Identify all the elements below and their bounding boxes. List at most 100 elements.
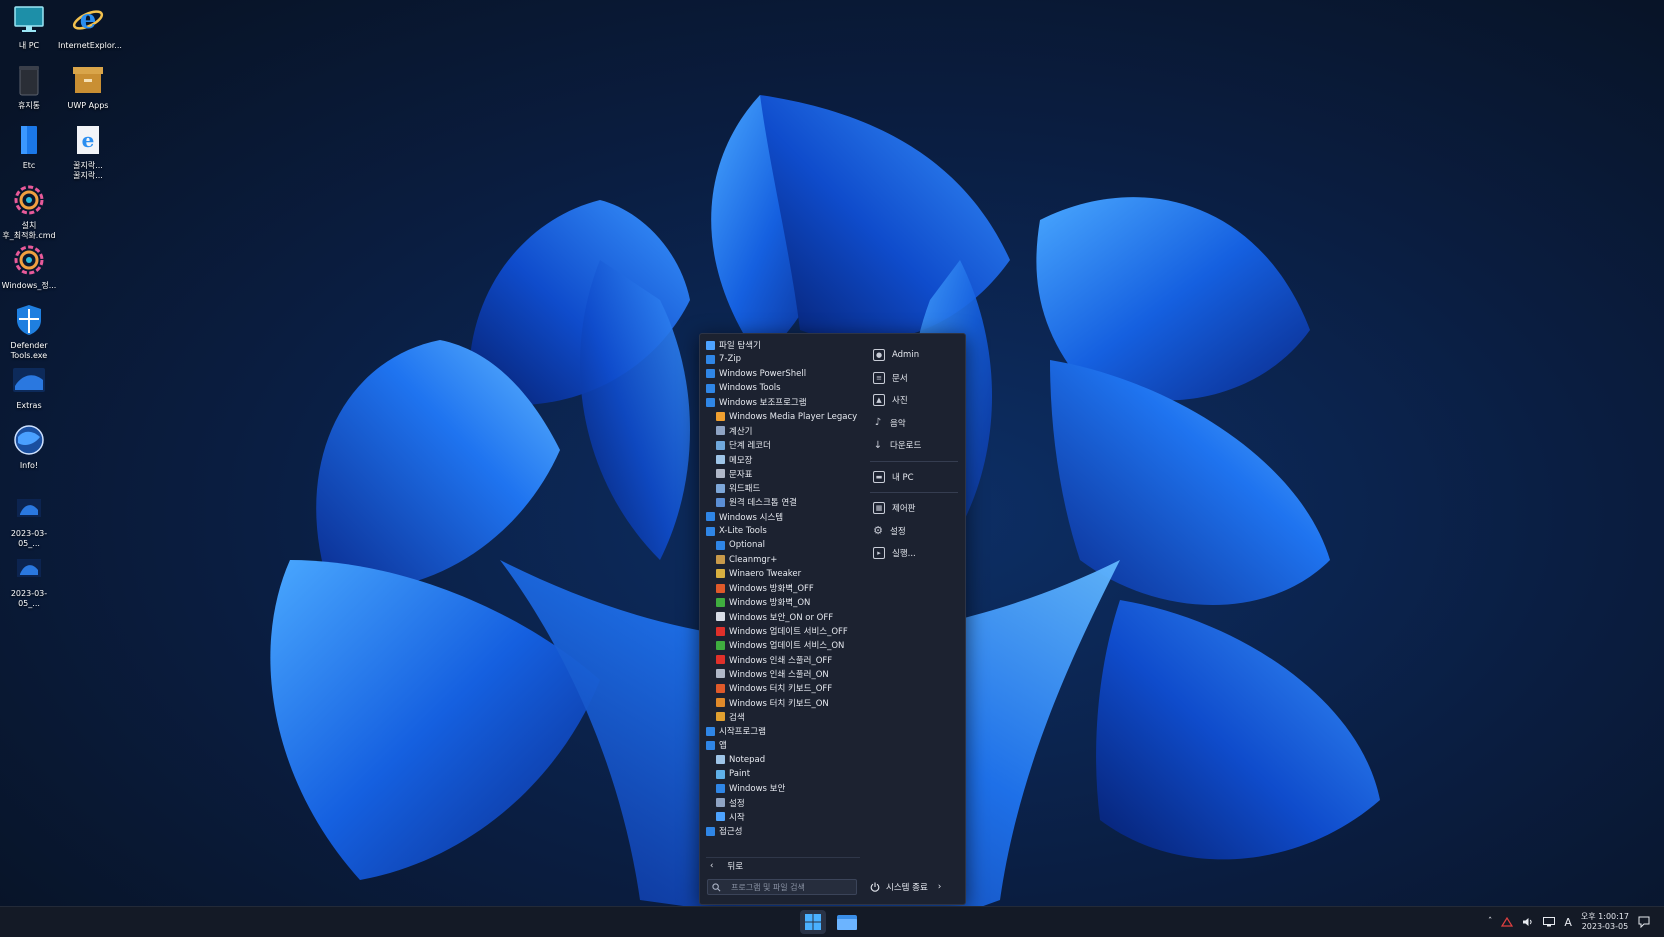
desktop-icon-etc[interactable]: Etc: [1, 122, 57, 171]
desktop-icon-uwp-apps[interactable]: UWP Apps: [60, 62, 116, 111]
program-item[interactable]: Windows 방화벽_ON: [706, 595, 864, 609]
program-item[interactable]: Optional: [706, 538, 864, 552]
program-label: Windows Tools: [719, 383, 781, 394]
display-icon[interactable]: [1543, 917, 1556, 927]
chevron-right-icon[interactable]: ›: [938, 882, 941, 892]
place-downloads[interactable]: ↓ 다운로드: [870, 434, 958, 457]
network-warning-icon[interactable]: [1501, 917, 1514, 927]
desktop-icon-label: 휴지통: [17, 101, 41, 110]
place-pictures[interactable]: ▲ 사진: [870, 389, 958, 412]
back-button[interactable]: ‹ 뒤로: [706, 857, 860, 874]
place-label: 다운로드: [890, 441, 922, 452]
program-item[interactable]: Windows Tools: [706, 381, 864, 395]
program-item[interactable]: Windows 인쇄 스풀러_OFF: [706, 653, 864, 667]
program-item[interactable]: Winaero Tweaker: [706, 567, 864, 581]
program-label: Windows 터치 키보드_ON: [729, 698, 829, 709]
place-documents[interactable]: ≡ 문서: [870, 367, 958, 390]
desktop-icon-label: UWP Apps: [67, 101, 109, 110]
program-item[interactable]: Cleanmgr+: [706, 552, 864, 566]
clock-time: 오후 1:00:17: [1580, 912, 1629, 921]
desktop-icon-recycle-bin[interactable]: 휴지통: [1, 62, 57, 111]
place-my-pc[interactable]: ▬ 내 PC: [870, 466, 958, 489]
program-label: X-Lite Tools: [719, 526, 767, 536]
search-input[interactable]: [729, 881, 853, 893]
place-settings[interactable]: ⚙ 설정: [870, 520, 958, 543]
program-item[interactable]: Windows 보조프로그램: [706, 395, 864, 409]
program-item[interactable]: 원격 데스크톱 연결: [706, 495, 864, 509]
app-icon: [716, 555, 725, 565]
desktop-icon-optimize-cmd[interactable]: 설치 후_최적화.cmd: [1, 182, 57, 241]
program-item[interactable]: Windows 업데이트 서비스_ON: [706, 638, 864, 652]
wallpaper-thumb-icon: [11, 362, 47, 398]
place-admin[interactable]: ● Admin: [870, 344, 958, 367]
program-label: Windows 인쇄 스풀러_ON: [729, 669, 829, 680]
shutdown-button[interactable]: 시스템 종료 ›: [870, 879, 950, 895]
clock[interactable]: 오후 1:00:17 2023-03-05: [1581, 912, 1629, 932]
program-item[interactable]: Paint: [706, 767, 864, 781]
taskbar: ˆ A 오후 1:00:17 2023-03-05: [0, 906, 1664, 937]
control-panel-icon: ▦: [873, 502, 885, 515]
desktop-icon-label: InternetExplor...: [58, 41, 122, 50]
desktop-icon-label: Etc: [22, 161, 36, 170]
program-item[interactable]: 검색: [706, 710, 864, 724]
program-item[interactable]: Windows Media Player Legacy: [706, 409, 864, 423]
program-label: Cleanmgr+: [729, 554, 778, 565]
program-item[interactable]: 문자표: [706, 467, 864, 481]
program-item[interactable]: Windows 시스템: [706, 510, 864, 524]
chevron-up-icon[interactable]: ˆ: [1488, 917, 1493, 927]
program-item[interactable]: Windows PowerShell: [706, 367, 864, 381]
program-item[interactable]: 7-Zip: [706, 352, 864, 366]
program-item[interactable]: Windows 방화벽_OFF: [706, 581, 864, 595]
back-label: 뒤로: [727, 862, 744, 872]
gear-icon: [11, 182, 47, 218]
program-label: Windows 보안_ON or OFF: [729, 612, 834, 623]
app-icon: [716, 412, 725, 422]
program-item[interactable]: Windows 보안: [706, 781, 864, 795]
search-box[interactable]: [707, 879, 857, 895]
program-item[interactable]: 시작: [706, 810, 864, 824]
shield-icon: [11, 302, 47, 338]
program-item[interactable]: 파일 탐색기: [706, 338, 864, 352]
program-item[interactable]: Windows 인쇄 스풀러_ON: [706, 667, 864, 681]
place-run[interactable]: ▸ 실행...: [870, 542, 958, 565]
speaker-icon[interactable]: [1522, 917, 1534, 927]
program-item[interactable]: 계산기: [706, 424, 864, 438]
program-item[interactable]: X-Lite Tools: [706, 524, 864, 538]
program-label: 시작: [729, 812, 745, 823]
folder-icon: [706, 354, 715, 364]
program-label: 설정: [729, 798, 745, 809]
program-item[interactable]: Windows 터치 키보드_OFF: [706, 681, 864, 695]
input-language-indicator[interactable]: A: [1564, 916, 1572, 929]
program-item[interactable]: 접근성: [706, 824, 864, 838]
windows-logo-icon: [805, 914, 821, 930]
program-item[interactable]: 앱: [706, 738, 864, 752]
desktop-icon-info[interactable]: Info!: [1, 422, 57, 471]
program-item[interactable]: Windows 보안_ON or OFF: [706, 610, 864, 624]
desktop-icon-windows-settings[interactable]: Windows_정...: [1, 242, 57, 291]
place-control-panel[interactable]: ▦ 제어판: [870, 497, 958, 520]
start-button[interactable]: [800, 910, 826, 934]
program-item[interactable]: Windows 터치 키보드_ON: [706, 695, 864, 709]
desktop-icon-my-pc[interactable]: 내 PC: [1, 2, 57, 51]
app-icon: [716, 497, 725, 507]
desktop-icon-internet-explorer[interactable]: e InternetExplor...: [58, 2, 122, 51]
program-label: 파일 탐색기: [719, 341, 761, 352]
program-item[interactable]: 단계 레코더: [706, 438, 864, 452]
desktop-icon-extras[interactable]: Extras: [1, 362, 57, 411]
file-explorer-button[interactable]: [834, 910, 860, 934]
program-item[interactable]: 시작프로그램: [706, 724, 864, 738]
notification-icon[interactable]: [1638, 916, 1650, 928]
program-item[interactable]: Notepad: [706, 753, 864, 767]
app-icon: [716, 597, 725, 607]
desktop-icon-ie-shortcut[interactable]: e 꿀지락... 꿀지락...: [60, 122, 116, 181]
program-item[interactable]: 워드패드: [706, 481, 864, 495]
desktop-icon-screenshot-1[interactable]: 2023-03-05_...: [1, 490, 57, 549]
place-label: 내 PC: [892, 472, 914, 483]
app-icon: [716, 669, 725, 679]
program-item[interactable]: Windows 업데이트 서비스_OFF: [706, 624, 864, 638]
place-music[interactable]: ♪ 음악: [870, 412, 958, 435]
desktop-icon-defender-tools[interactable]: Defender Tools.exe: [1, 302, 57, 361]
program-item[interactable]: 설정: [706, 796, 864, 810]
desktop-icon-screenshot-2[interactable]: 2023-03-05_...: [1, 550, 57, 609]
program-item[interactable]: 메모장: [706, 452, 864, 466]
